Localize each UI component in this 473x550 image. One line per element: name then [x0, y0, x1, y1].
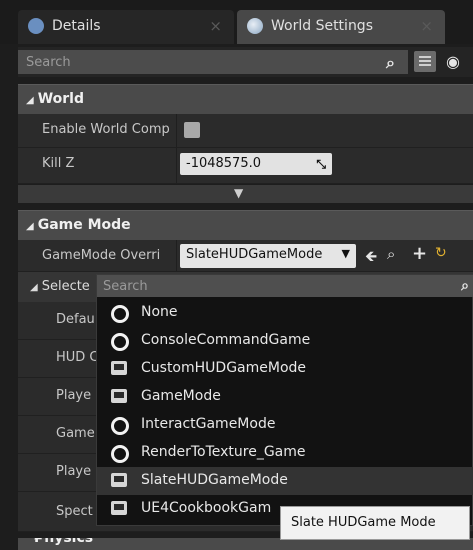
- blueprint-icon: [111, 501, 127, 515]
- collapse-triangle-icon: ◢: [30, 282, 38, 293]
- search-input[interactable]: [18, 50, 408, 74]
- blueprint-icon: [111, 473, 127, 487]
- browse-search-icon[interactable]: ⌕: [387, 245, 395, 263]
- enable-world-label: Enable World Comp: [42, 122, 170, 137]
- globe-icon: [247, 18, 263, 34]
- row-label: Playe: [56, 388, 92, 403]
- row-label: Playe: [56, 464, 92, 479]
- resize-icon[interactable]: ⤡: [316, 157, 326, 172]
- circle-icon: [111, 417, 129, 435]
- killz-input[interactable]: -1048575.0 ⤡: [180, 153, 332, 175]
- row-label: Spect: [56, 504, 93, 519]
- option-gamemode[interactable]: GameMode: [97, 383, 473, 411]
- row-label: Game: [56, 426, 95, 441]
- row-label: HUD C: [56, 350, 99, 365]
- dropdown-search-input[interactable]: [97, 275, 473, 297]
- use-selected-arrow-icon[interactable]: 🡸: [365, 246, 377, 271]
- gamemode-dropdown: ⌕ None ConsoleCommandGame CustomHUDGameM…: [96, 274, 473, 526]
- option-interactgamemode[interactable]: InteractGameMode: [97, 411, 473, 439]
- blueprint-icon: [111, 361, 127, 375]
- category-game-mode[interactable]: ◢ Game Mode: [18, 210, 473, 240]
- category-world-label: World: [37, 91, 84, 107]
- gamemode-override-label: GameMode Overri: [42, 248, 161, 263]
- close-icon[interactable]: ×: [420, 17, 433, 35]
- tab-details-label: Details: [52, 18, 101, 34]
- gamemode-override-combo[interactable]: SlateHUDGameMode ▼: [180, 244, 356, 268]
- search-icon[interactable]: ⌕: [386, 53, 395, 73]
- killz-label: Kill Z: [42, 156, 75, 171]
- row-gamemode-override: GameMode Overri SlateHUDGameMode ▼ 🡸 ⌕ +…: [18, 240, 473, 272]
- killz-value: -1048575.0: [186, 156, 261, 171]
- circle-icon: [111, 305, 129, 323]
- category-world[interactable]: ◢ World: [18, 84, 473, 114]
- row-kill-z: Kill Z -1048575.0 ⤡: [18, 148, 473, 184]
- option-none[interactable]: None: [97, 299, 473, 327]
- info-icon: [28, 18, 44, 34]
- search-bar: ⌕ ◉: [18, 47, 473, 77]
- tooltip: Slate HUDGame Mode: [280, 506, 470, 540]
- row-enable-world-composition: Enable World Comp: [18, 114, 473, 148]
- add-icon[interactable]: +: [412, 243, 427, 264]
- gamemode-override-value: SlateHUDGameMode: [186, 247, 323, 262]
- tab-world-settings-label: World Settings: [271, 18, 373, 34]
- view-options-icon[interactable]: [414, 51, 436, 72]
- option-rendertotexture-game[interactable]: RenderToTexture_Game: [97, 439, 473, 467]
- collapse-triangle-icon: ◢: [26, 221, 34, 232]
- option-consolecommandgame[interactable]: ConsoleCommandGame: [97, 327, 473, 355]
- collapse-triangle-icon: ◢: [26, 95, 34, 106]
- dropdown-search: ⌕: [97, 275, 473, 297]
- advanced-expander[interactable]: ▼: [18, 185, 473, 203]
- subcategory-selected-label: Selecte: [41, 279, 90, 294]
- tab-world-settings[interactable]: World Settings ×: [237, 10, 445, 44]
- search-icon: ⌕: [461, 278, 469, 294]
- enable-world-checkbox[interactable]: [184, 122, 200, 138]
- category-physics-label: Physics: [34, 538, 94, 546]
- close-icon[interactable]: ×: [209, 17, 222, 35]
- expand-arrow-icon: ▼: [234, 186, 244, 200]
- category-game-mode-label: Game Mode: [37, 217, 131, 233]
- edit-blueprint-icon[interactable]: ↻: [435, 245, 447, 261]
- eye-icon[interactable]: ◉: [446, 52, 460, 71]
- option-slatehudgamemode[interactable]: SlateHUDGameMode: [97, 467, 473, 495]
- circle-icon: [111, 333, 129, 351]
- circle-icon: [111, 445, 129, 463]
- row-label: Defau: [56, 312, 95, 327]
- tab-bar: Details × World Settings ×: [0, 0, 473, 44]
- chevron-down-icon: ▼: [341, 247, 350, 260]
- tab-details[interactable]: Details ×: [18, 10, 234, 44]
- blueprint-icon: [111, 389, 127, 403]
- option-customhudgamemode[interactable]: CustomHUDGameMode: [97, 355, 473, 383]
